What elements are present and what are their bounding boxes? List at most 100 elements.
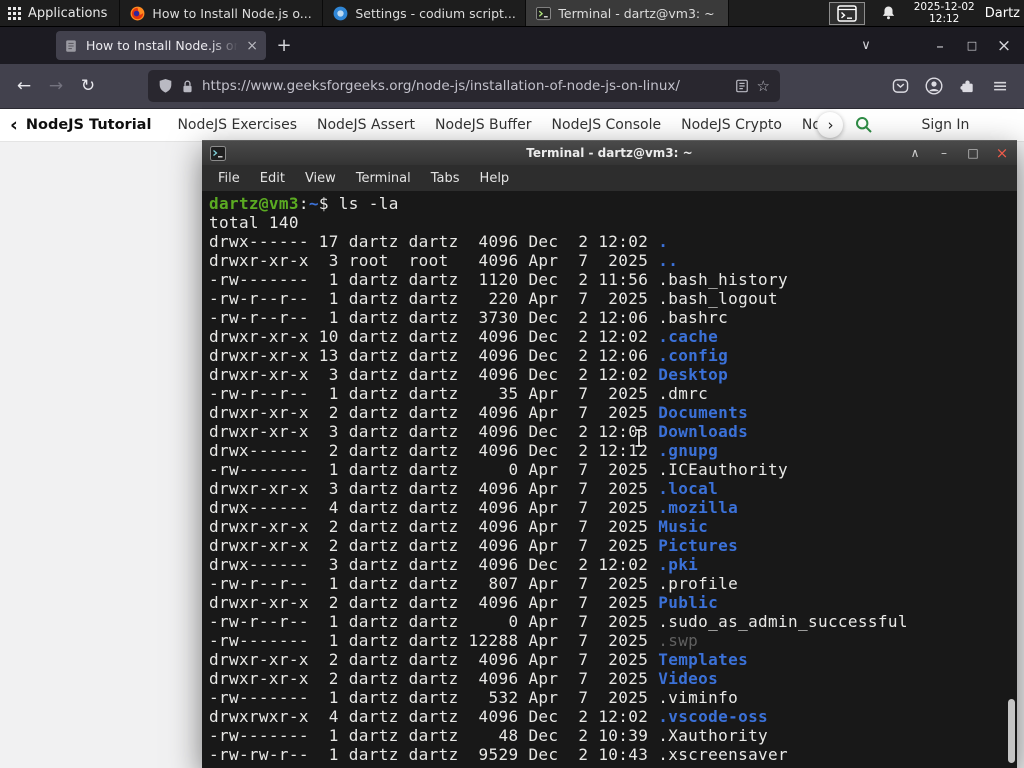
terminal-line: drwxr-xr-x 3 dartz dartz 4096 Dec 2 12:0… [209,365,729,384]
terminal-line: -rw-r--r-- 1 dartz dartz 3730 Dec 2 12:0… [209,308,729,327]
taskbar-item-settings[interactable]: Settings - codium script... [323,0,527,26]
tab-close-icon[interactable]: × [246,39,258,53]
prompt-symbol: $ [318,194,339,213]
sign-in-link[interactable]: Sign In [921,117,969,133]
reader-view-icon[interactable] [735,79,749,93]
extensions-icon[interactable] [959,78,976,95]
taskbar-item-label: How to Install Node.js o... [152,5,312,21]
shield-icon[interactable] [158,78,173,94]
new-tab-button[interactable]: + [270,32,298,60]
terminal-line: drwxr-xr-x 3 dartz dartz 4096 Apr 7 2025… [209,479,719,498]
terminal-line: -rw------- 1 dartz dartz 48 Dec 2 10:39 … [209,726,769,745]
terminal-menubar: File Edit View Terminal Tabs Help [202,165,1017,191]
site-nav-link[interactable]: NodeJS Assert [317,117,415,133]
terminal-maximize-button[interactable]: □ [966,146,980,160]
search-icon [856,117,873,133]
reload-icon[interactable]: ↻ [72,70,104,102]
applications-menu-button[interactable]: Applications [0,0,121,26]
terminal-minimize-button[interactable]: – [937,146,951,160]
terminal-line: drwxr-xr-x 2 dartz dartz 4096 Apr 7 2025… [209,517,709,536]
terminal-line: drwxr-xr-x 3 root root 4096 Apr 7 2025 .… [209,251,679,270]
terminal-menu-help[interactable]: Help [470,169,520,188]
bell-icon [882,6,894,20]
terminal-shade-icon[interactable]: ∧ [908,146,922,160]
back-icon[interactable]: ← [8,70,40,102]
terminal-line: -rw-r--r-- 1 dartz dartz 35 Apr 7 2025 .… [209,384,709,403]
terminal-line: drwx------ 17 dartz dartz 4096 Dec 2 12:… [209,232,669,251]
menu-icon[interactable]: ≡ [992,75,1008,97]
terminal-line: -rw-rw-r-- 1 dartz dartz 9529 Dec 2 10:4… [209,745,789,764]
terminal-line: drwxr-xr-x 10 dartz dartz 4096 Dec 2 12:… [209,327,719,346]
panel-user-label[interactable]: Dartz [983,0,1024,26]
nav-prev-icon[interactable]: ‹ [10,114,18,136]
terminal-titlebar[interactable]: Terminal - dartz@vm3: ~ ∧ – □ × [202,140,1017,165]
taskbar-item-label: Terminal - dartz@vm3: ~ [558,5,715,21]
bookmark-star-icon[interactable]: ☆ [757,77,770,95]
clock-date: 2025-12-02 [913,1,975,13]
terminal-line: drwxr-xr-x 2 dartz dartz 4096 Apr 7 2025… [209,593,719,612]
clock[interactable]: 2025-12-02 12:12 [906,0,983,26]
terminal-scrollbar[interactable] [1008,699,1015,763]
applications-grid-icon [8,6,21,20]
prompt-separator: : [298,194,309,213]
terminal-menu-tabs[interactable]: Tabs [421,169,470,188]
terminal-window-icon [836,4,857,22]
prompt-command: ls -la [338,194,399,213]
url-bar[interactable]: https://www.geeksforgeeks.org/node-js/in… [148,70,780,102]
terminal-line: drwx------ 2 dartz dartz 4096 Dec 2 12:1… [209,441,719,460]
terminal-window: Terminal - dartz@vm3: ~ ∧ – □ × File Edit… [202,140,1017,768]
window-maximize-button[interactable]: □ [956,31,988,61]
account-icon[interactable] [925,77,943,95]
site-nav-link[interactable]: NodeJS Crypto [681,117,782,133]
terminal-line: -rw------- 1 dartz dartz 1120 Dec 2 11:5… [209,270,789,289]
terminal-line: -rw-r--r-- 1 dartz dartz 807 Apr 7 2025 … [209,574,739,593]
terminal-icon [536,6,552,20]
tabs-dropdown-icon[interactable]: ∨ [852,32,880,60]
terminal-line: drwxr-xr-x 3 dartz dartz 4096 Dec 2 12:0… [209,422,749,441]
window-minimize-button[interactable]: – [924,31,956,61]
terminal-menu-edit[interactable]: Edit [250,169,295,188]
site-nav-links: NodeJS Exercises NodeJS Assert NodeJS Buff… [167,117,835,133]
prompt-cwd: ~ [308,194,319,213]
window-controls: – □ × [924,31,1020,61]
terminal-prompt-line: dartz@vm3:~$ ls -la [209,194,1017,213]
terminal-close-button[interactable]: × [995,144,1009,162]
lock-icon[interactable] [181,79,194,94]
terminal-line: drwxr-xr-x 13 dartz dartz 4096 Dec 2 12:… [209,346,729,365]
panel-spacer [729,0,822,26]
page-favicon-icon [66,39,76,52]
taskbar-item-terminal[interactable]: Terminal - dartz@vm3: ~ [526,0,730,26]
notifications-bell-button[interactable] [881,5,896,21]
site-nav-active-link[interactable]: NodeJS Tutorial [26,117,152,133]
terminal-line: drwx------ 4 dartz dartz 4096 Apr 7 2025… [209,498,739,517]
site-nav-link[interactable]: NodeJS Console [552,117,662,133]
window-close-button[interactable]: × [988,31,1020,61]
terminal-line: -rw-r--r-- 1 dartz dartz 220 Apr 7 2025 … [209,289,779,308]
desktop: { "panel": { "applications_label": "Appl… [0,0,1024,768]
terminal-line: -rw------- 1 dartz dartz 532 Apr 7 2025 … [209,688,739,707]
clock-time: 12:12 [929,13,960,25]
tab-title: How to Install Node.js on... [86,38,239,53]
forward-icon[interactable]: → [40,70,72,102]
terminal-menu-file[interactable]: File [208,169,250,188]
firefox-icon [130,6,145,20]
site-nav-link[interactable]: NodeJS Exercises [177,117,297,133]
tray-terminal-button[interactable] [828,1,865,25]
terminal-line: drwxr-xr-x 2 dartz dartz 4096 Apr 7 2025… [209,650,749,669]
site-nav-bar: ‹ NodeJS Tutorial NodeJS Exercises NodeJS… [0,109,1024,142]
site-nav-link[interactable]: NodeJS Buffer [435,117,532,133]
taskbar-item-firefox[interactable]: How to Install Node.js o... [120,0,324,26]
terminal-line: drwxr-xr-x 2 dartz dartz 4096 Apr 7 2025… [209,669,719,688]
terminal-menu-view[interactable]: View [295,169,346,188]
terminal-listing: drwx------ 17 dartz dartz 4096 Dec 2 12:… [209,232,1017,764]
terminal-content[interactable]: dartz@vm3:~$ ls -la total 140 drwx------… [202,191,1017,768]
search-button[interactable] [855,116,873,134]
pocket-icon[interactable] [892,78,909,94]
nav-next-icon[interactable]: › [817,112,844,138]
terminal-menu-terminal[interactable]: Terminal [346,169,421,188]
browser-toolbar: ← → ↻ https://www.geeksforgeeks.org/node… [0,64,1024,109]
terminal-app-icon [210,145,226,161]
terminal-line: -rw-r--r-- 1 dartz dartz 0 Apr 7 2025 .s… [209,612,908,631]
browser-tab[interactable]: How to Install Node.js on... × [56,31,266,60]
terminal-line: -rw------- 1 dartz dartz 12288 Apr 7 202… [209,631,699,650]
